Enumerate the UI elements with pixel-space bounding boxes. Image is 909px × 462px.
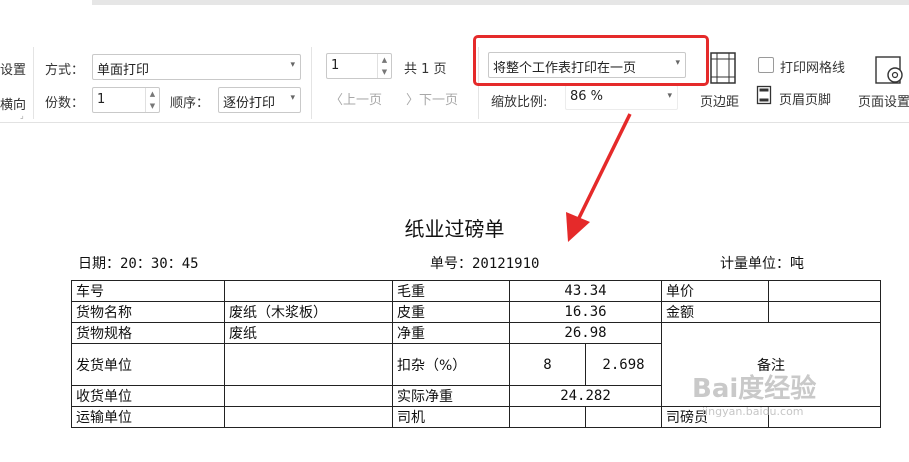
- total-pages-label: 共 1 页: [404, 62, 447, 77]
- table-cell: 运输单位: [71, 406, 225, 428]
- document-unit: 计量单位：吨: [720, 256, 804, 272]
- header-footer-icon[interactable]: [756, 85, 772, 105]
- copies-value: 1: [97, 92, 106, 107]
- table-cell: 净重: [392, 322, 510, 344]
- prev-page-button[interactable]: 〈上一页: [330, 89, 382, 108]
- table-cell: [224, 280, 393, 302]
- page-number-value: 1: [331, 58, 340, 73]
- print-gridlines-checkbox[interactable]: [758, 57, 774, 73]
- chevron-down-icon: ▾: [290, 93, 295, 103]
- table-cell: [224, 343, 393, 386]
- table-cell: 收货单位: [71, 385, 225, 407]
- toolbar-separator: [311, 47, 312, 119]
- next-page-button[interactable]: 〉下一页: [406, 89, 458, 108]
- scale-ratio-label: 缩放比例:: [491, 95, 548, 110]
- stepper-arrows-icon[interactable]: ▲ ▼: [145, 88, 159, 112]
- page-setup-icon[interactable]: [874, 54, 906, 88]
- group-expand-icon[interactable]: ⌟: [20, 111, 24, 120]
- highlight-box: [473, 35, 709, 86]
- stepper-arrows-icon[interactable]: ▲ ▼: [377, 54, 391, 78]
- table-row: 货物名称 废纸（木浆板） 皮重 16.36 金额: [71, 301, 881, 323]
- table-cell: 26.98: [509, 322, 662, 344]
- chevron-down-icon: ▾: [667, 91, 672, 101]
- table-cell: 货物规格: [71, 322, 225, 344]
- scale-ratio-select[interactable]: 86 % ▾: [565, 85, 678, 110]
- table-cell: 皮重: [392, 301, 510, 323]
- print-mode-select[interactable]: 单面打印 ▾: [92, 54, 301, 80]
- page-setup-label[interactable]: 页面设置: [858, 91, 909, 110]
- table-cell: 8: [509, 343, 586, 386]
- table-cell: 43.34: [509, 280, 662, 302]
- settings-partial-label[interactable]: 设置: [0, 59, 26, 78]
- table-cell: 2.698: [585, 343, 662, 386]
- document-number: 单号：20121910: [430, 256, 540, 272]
- table-cell: [768, 280, 881, 302]
- margins-button-label[interactable]: 页边距: [700, 91, 739, 110]
- table-cell: 实际净重: [392, 385, 510, 407]
- table-cell: 毛重: [392, 280, 510, 302]
- print-gridlines-label[interactable]: 打印网格线: [780, 57, 845, 76]
- chevron-down-icon: ▾: [290, 60, 295, 70]
- document-date: 日期：20：30：45: [78, 256, 199, 272]
- prev-page-label: 上一页: [343, 93, 383, 108]
- margins-icon[interactable]: [709, 51, 737, 85]
- table-cell: 废纸: [224, 322, 393, 344]
- table-cell: 金额: [661, 301, 769, 323]
- copies-stepper[interactable]: 1 ▲ ▼: [92, 87, 160, 113]
- print-mode-value: 单面打印: [97, 63, 150, 78]
- table-cell: 废纸（木浆板）: [224, 301, 393, 323]
- table-cell: [224, 406, 393, 428]
- table-cell: 货物名称: [71, 301, 225, 323]
- mode-label: 方式：: [45, 63, 85, 78]
- table-cell: [585, 406, 662, 428]
- table-cell: [768, 301, 881, 323]
- watermark-main: Bai度经验: [692, 374, 817, 404]
- table-cell: 车号: [71, 280, 225, 302]
- table-cell: 发货单位: [71, 343, 225, 386]
- table-cell: 24.282: [509, 385, 662, 407]
- scale-ratio-value: 86 %: [570, 89, 604, 104]
- watermark-sub: jingyan.baidu.com: [702, 405, 804, 418]
- chevron-left-icon: 〈: [330, 93, 344, 108]
- baidu-watermark: Bai度经验 jingyan.baidu.com: [692, 368, 816, 418]
- order-label: 顺序：: [170, 96, 210, 111]
- page-number-stepper[interactable]: 1 ▲ ▼: [326, 53, 392, 79]
- table-cell: 单价: [661, 280, 769, 302]
- table-row: 车号 毛重 43.34 单价: [71, 280, 881, 302]
- table-cell: 16.36: [509, 301, 662, 323]
- table-cell: 司机: [392, 406, 510, 428]
- header-footer-label[interactable]: 页眉页脚: [779, 89, 831, 108]
- collate-order-value: 逐份打印: [223, 96, 276, 111]
- document-title: 纸业过磅单: [404, 217, 505, 241]
- print-preview-toolbar: 设置 横向 ⌟ 方式： 单面打印 ▾ 份数： 1 ▲ ▼ 顺序： 逐份打印 ▾ 1…: [0, 5, 909, 123]
- table-cell: [509, 406, 586, 428]
- table-cell: 扣杂（%）: [392, 343, 510, 386]
- collate-order-select[interactable]: 逐份打印 ▾: [218, 87, 301, 113]
- table-cell: [224, 385, 393, 407]
- next-page-label: 下一页: [419, 93, 459, 108]
- copies-label: 份数：: [45, 96, 85, 111]
- table-row: 货物规格 废纸 净重 26.98 备注: [71, 322, 881, 407]
- chevron-right-icon: 〉: [406, 93, 420, 108]
- toolbar-separator: [33, 47, 34, 119]
